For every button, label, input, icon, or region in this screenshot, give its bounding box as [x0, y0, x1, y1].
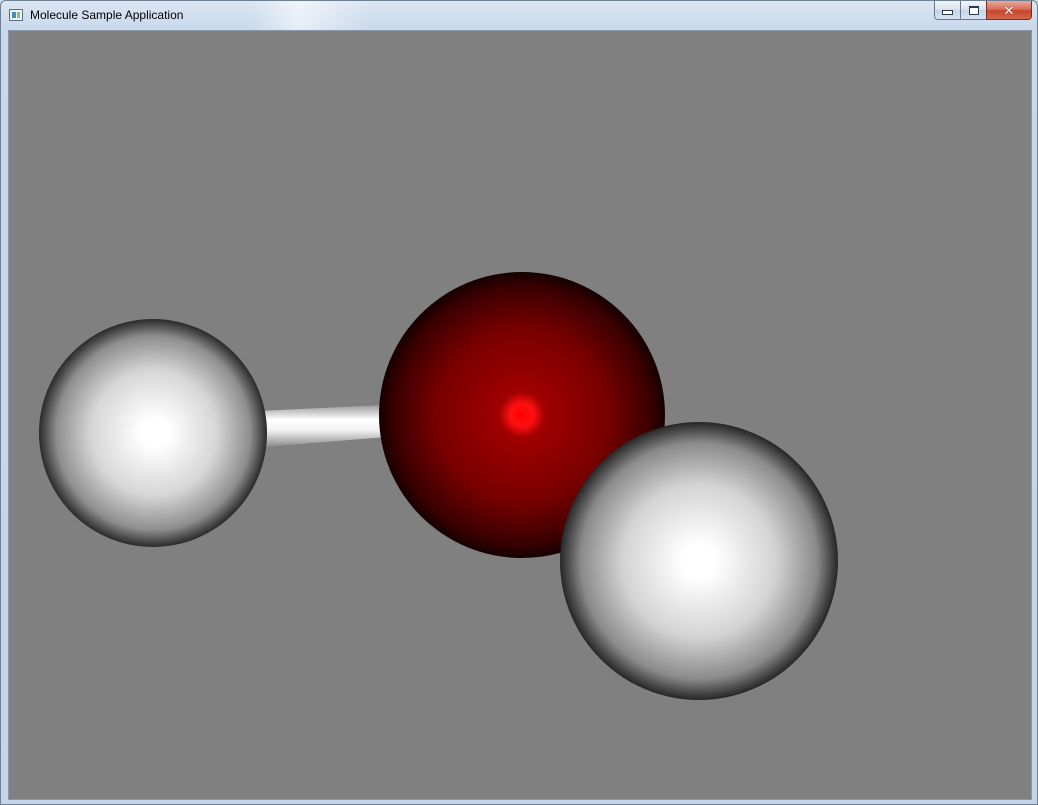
app-window-icon[interactable]	[9, 9, 23, 21]
title-bar[interactable]: Molecule Sample Application ✕	[1, 1, 1037, 30]
restore-icon	[968, 5, 979, 15]
window-controls: ✕	[934, 1, 1032, 21]
title-bar-glare	[251, 1, 371, 30]
application-window: Molecule Sample Application ✕	[0, 0, 1038, 805]
minimize-icon	[942, 10, 953, 15]
close-icon: ✕	[1003, 2, 1015, 18]
atom-hydrogen-left[interactable]	[39, 319, 267, 547]
window-title: Molecule Sample Application	[30, 8, 184, 22]
bond-h1-o	[259, 405, 387, 447]
atom-hydrogen-right[interactable]	[560, 422, 838, 700]
molecule-scene[interactable]	[9, 31, 1031, 799]
close-button[interactable]: ✕	[986, 1, 1032, 20]
minimize-button[interactable]	[934, 1, 960, 20]
maximize-button[interactable]	[960, 1, 986, 20]
3d-viewport[interactable]	[8, 30, 1032, 800]
